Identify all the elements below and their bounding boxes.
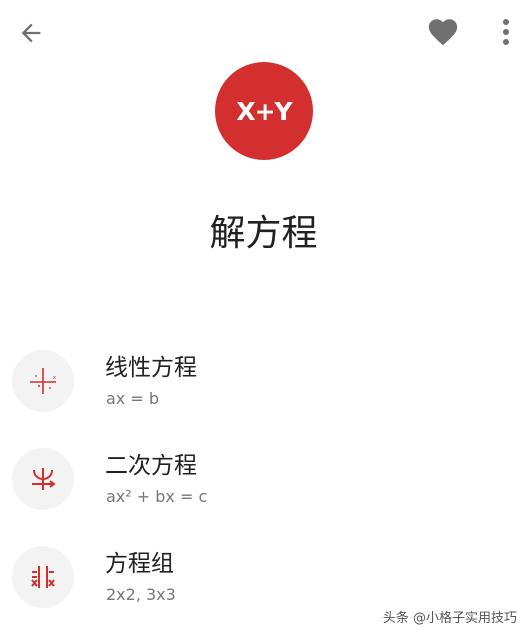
list-item-subtitle: 2x2, 3x3 <box>106 585 176 604</box>
list-item-system-of-equations[interactable]: 方程组 2x2, 3x3 <box>0 536 527 616</box>
list-item-title: 线性方程 <box>105 355 197 381</box>
list-item-quadratic-equation[interactable]: 二次方程 ax² + bx = c <box>0 438 527 518</box>
linear-graph-icon: x <box>12 350 74 412</box>
back-button[interactable] <box>14 16 48 50</box>
list-item-title: 二次方程 <box>105 453 197 479</box>
system-equations-icon <box>12 546 74 608</box>
more-vert-icon <box>503 19 509 45</box>
list-item-subtitle: ax = b <box>106 389 160 408</box>
list-item-subtitle: ax² + bx = c <box>106 487 208 506</box>
arrow-left-icon <box>21 23 41 43</box>
page-title: 解方程 <box>209 213 318 254</box>
quadratic-icon <box>12 448 74 510</box>
svg-text:x: x <box>53 375 56 381</box>
logo-text: X+Y <box>236 96 292 126</box>
equation-solver-logo: X+Y <box>215 62 313 160</box>
heart-icon <box>428 19 458 46</box>
list-item-title: 方程组 <box>105 551 174 577</box>
list-item-linear-equation[interactable]: x 线性方程 ax = b <box>0 340 527 420</box>
more-options-button[interactable] <box>494 14 518 50</box>
top-app-bar <box>0 0 527 64</box>
watermark: 头条 @小格子实用技巧 <box>382 611 517 626</box>
favorite-button[interactable] <box>424 14 462 50</box>
